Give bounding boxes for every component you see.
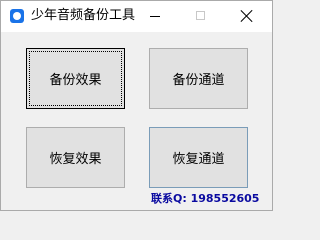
close-icon	[240, 9, 254, 23]
restore-effects-button[interactable]: 恢复效果	[26, 127, 125, 188]
app-window: 少年音频备份工具 备份效果 备份通道 恢复效果 恢复通道 联系Q: 198552…	[0, 0, 273, 211]
backup-channels-button[interactable]: 备份通道	[149, 48, 248, 109]
restore-channels-button[interactable]: 恢复通道	[149, 127, 248, 188]
app-logo-icon	[10, 9, 24, 23]
maximize-icon	[196, 11, 205, 20]
maximize-button	[178, 1, 224, 32]
minimize-icon	[150, 16, 160, 17]
window-title: 少年音频备份工具	[31, 8, 136, 23]
close-button[interactable]	[224, 1, 270, 32]
backup-effects-button[interactable]: 备份效果	[26, 48, 125, 109]
title-bar[interactable]: 少年音频备份工具	[1, 1, 272, 32]
minimize-button[interactable]	[132, 1, 178, 32]
contact-info: 联系Q: 198552605	[151, 192, 260, 205]
